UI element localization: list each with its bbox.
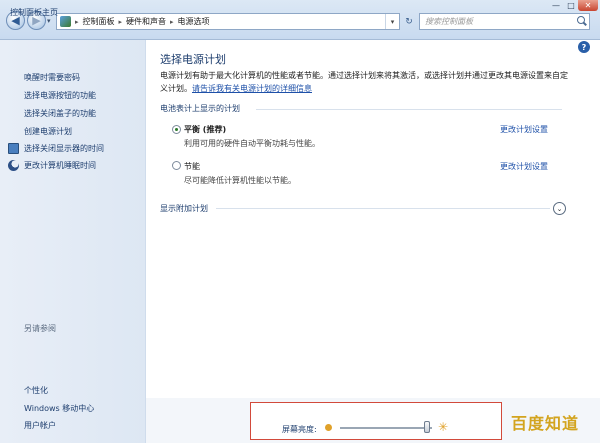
sidebar-item-display-off[interactable]: 选择关闭显示器的时间 [24, 143, 104, 154]
page-title: 选择电源计划 [160, 53, 226, 66]
power-plan-help-link[interactable]: 请告诉我有关电源计划的详细信息 [192, 84, 312, 93]
brightness-high-icon: ✳ [438, 420, 449, 434]
see-also-user-accounts[interactable]: 用户帐户 [24, 420, 56, 431]
plan-power-saver-radio[interactable] [172, 161, 181, 170]
breadcrumb-hardware-sound[interactable]: 硬件和声音 [126, 16, 166, 27]
breadcrumb-separator[interactable]: ▸ [170, 18, 174, 26]
battery-plans-heading: 电池表计上显示的计划 [160, 104, 240, 113]
address-dropdown-button[interactable]: ▾ [385, 14, 399, 29]
address-bar: ◀ ▶ ▾ ▸ 控制面板 ▸ 硬件和声音 ▸ 电源选项 ▾ ↻ 搜索控制面板 [0, 0, 600, 40]
sidebar-item-create-plan[interactable]: 创建电源计划 [24, 126, 72, 137]
brightness-low-icon [325, 424, 332, 431]
breadcrumb-power-options[interactable]: 电源选项 [178, 16, 210, 27]
recent-pages-dropdown[interactable]: ▾ [47, 17, 51, 25]
maximize-button[interactable]: □ [564, 0, 578, 11]
see-also-heading: 另请参阅 [24, 324, 56, 333]
see-also-mobility-center[interactable]: Windows 移动中心 [24, 403, 94, 414]
search-icon[interactable] [575, 14, 589, 29]
breadcrumb-separator[interactable]: ▸ [119, 18, 123, 26]
breadcrumb-control-panel[interactable]: 控制面板 [83, 16, 115, 27]
sidebar-item-wake-password[interactable]: 唤醒时需要密码 [24, 72, 80, 83]
see-also-personalization[interactable]: 个性化 [24, 385, 48, 396]
show-more-plans-label[interactable]: 显示附加计划 [160, 203, 208, 214]
breadcrumb[interactable]: ▸ 控制面板 ▸ 硬件和声音 ▸ 电源选项 ▾ [56, 13, 400, 30]
brightness-label: 屏幕亮度: [282, 425, 317, 434]
chevron-down-icon: ⌄ [556, 204, 563, 213]
monitor-icon [8, 143, 19, 154]
refresh-icon: ↻ [405, 16, 413, 27]
brightness-slider[interactable] [340, 427, 432, 429]
minimize-button[interactable]: — [548, 0, 564, 11]
help-button[interactable]: ? [578, 41, 590, 53]
more-plans-divider [216, 208, 550, 209]
search-input[interactable]: 搜索控制面板 [419, 13, 590, 30]
expand-more-plans-button[interactable]: ⌄ [553, 202, 566, 215]
brightness-slider-thumb[interactable] [424, 421, 431, 433]
sidebar-home-link[interactable]: 控制面板主页 [10, 7, 58, 18]
sidebar-item-sleep-time[interactable]: 更改计算机睡眠时间 [24, 160, 96, 171]
plan-balanced-radio[interactable] [172, 125, 181, 134]
plan-power-saver-desc: 尽可能降低计算机性能以节能。 [184, 176, 296, 185]
refresh-button[interactable]: ↻ [402, 13, 416, 30]
control-panel-icon [60, 16, 71, 27]
search-placeholder: 搜索控制面板 [425, 17, 473, 26]
plan-balanced-desc: 利用可用的硬件自动平衡功耗与性能。 [184, 139, 320, 148]
sidebar-item-lid-close[interactable]: 选择关闭盖子的功能 [24, 108, 96, 119]
breadcrumb-separator[interactable]: ▸ [75, 18, 79, 26]
plan-power-saver-name[interactable]: 节能 [184, 161, 200, 172]
plan-power-saver-settings-link[interactable]: 更改计划设置 [500, 161, 548, 172]
plan-balanced-name[interactable]: 平衡 (推荐) [184, 124, 226, 135]
baidu-zhidao-watermark: 百度知道 [511, 414, 580, 433]
page-description: 电源计划有助于最大化计算机的性能或者节能。通过选择计划来将其激活，或选择计划并通… [160, 69, 572, 95]
plan-balanced-settings-link[interactable]: 更改计划设置 [500, 124, 548, 135]
close-button[interactable]: ✕ [578, 0, 598, 11]
section-divider [256, 109, 562, 110]
sidebar-item-power-button[interactable]: 选择电源按钮的功能 [24, 90, 96, 101]
sleep-moon-icon [8, 160, 19, 171]
